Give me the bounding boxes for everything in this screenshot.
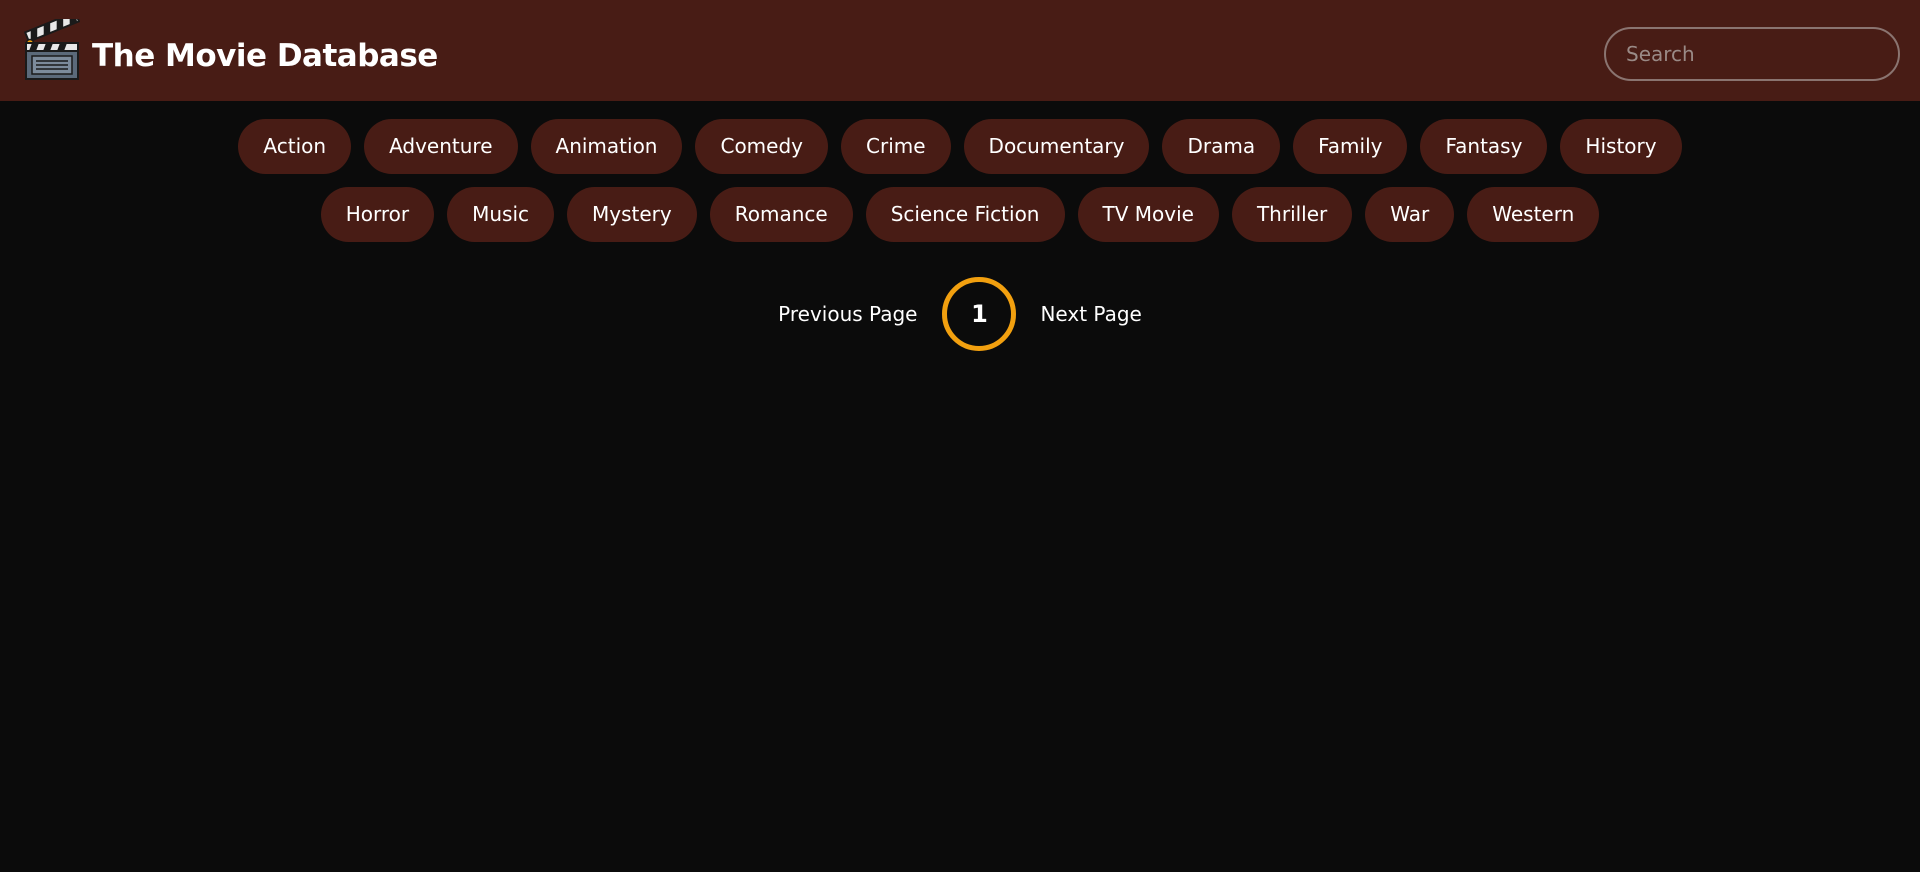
genre-war-button[interactable]: War bbox=[1365, 187, 1455, 242]
genre-mystery-button[interactable]: Mystery bbox=[567, 187, 697, 242]
genre-family-button[interactable]: Family bbox=[1293, 119, 1408, 174]
search-input[interactable] bbox=[1604, 27, 1900, 81]
genre-tv-movie-button[interactable]: TV Movie bbox=[1077, 187, 1219, 242]
genre-horror-button[interactable]: Horror bbox=[320, 187, 435, 242]
genre-crime-button[interactable]: Crime bbox=[841, 119, 951, 174]
genre-music-button[interactable]: Music bbox=[447, 187, 555, 242]
clapperboard-icon[interactable] bbox=[24, 19, 80, 81]
site-title[interactable]: The Movie Database bbox=[92, 36, 438, 76]
genre-documentary-button[interactable]: Documentary bbox=[963, 119, 1150, 174]
genre-thriller-button[interactable]: Thriller bbox=[1231, 187, 1353, 242]
next-page-button[interactable]: Next Page bbox=[1040, 276, 1141, 352]
genre-science-fiction-button[interactable]: Science Fiction bbox=[865, 187, 1065, 242]
current-page-indicator: 1 bbox=[942, 277, 1017, 351]
genre-comedy-button[interactable]: Comedy bbox=[695, 119, 829, 174]
genre-row-1: Action Adventure Animation Comedy Crime … bbox=[0, 119, 1920, 174]
genre-animation-button[interactable]: Animation bbox=[530, 119, 683, 174]
genre-row-2: Horror Music Mystery Romance Science Fic… bbox=[0, 187, 1920, 242]
genre-drama-button[interactable]: Drama bbox=[1162, 119, 1281, 174]
genre-adventure-button[interactable]: Adventure bbox=[364, 119, 518, 174]
genre-action-button[interactable]: Action bbox=[238, 119, 352, 174]
previous-page-button[interactable]: Previous Page bbox=[778, 276, 917, 352]
genre-history-button[interactable]: History bbox=[1560, 119, 1682, 174]
genre-romance-button[interactable]: Romance bbox=[709, 187, 853, 242]
genre-fantasy-button[interactable]: Fantasy bbox=[1420, 119, 1548, 174]
genre-western-button[interactable]: Western bbox=[1467, 187, 1600, 242]
header: The Movie Database bbox=[0, 0, 1920, 101]
pagination: Previous Page 1 Next Page bbox=[0, 276, 1920, 352]
